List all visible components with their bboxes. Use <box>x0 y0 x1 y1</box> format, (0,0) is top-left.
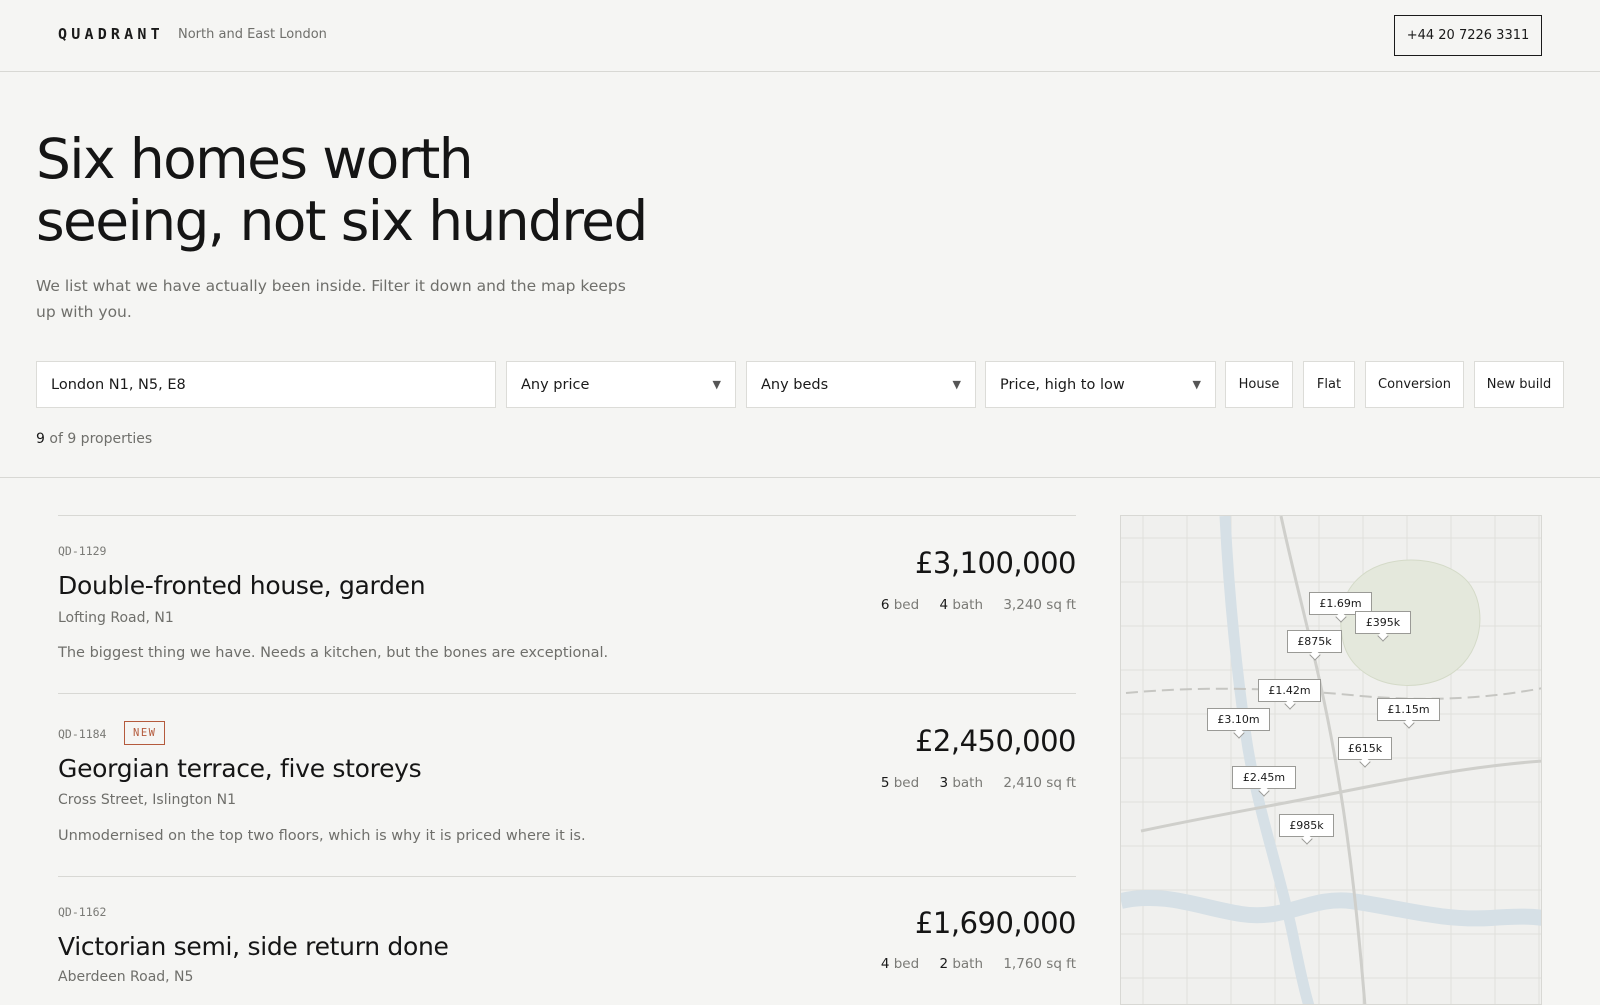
listing-title[interactable]: Georgian terrace, five storeys <box>58 754 422 783</box>
listing-title[interactable]: Double-fronted house, garden <box>58 571 426 600</box>
map-pin[interactable]: £875k <box>1287 630 1342 653</box>
results-count: 9 of 9 properties <box>36 431 152 447</box>
listing-specs: 5 bed 3 bath 2,410 sq ft <box>881 775 1076 791</box>
location-input[interactable] <box>51 376 481 393</box>
chevron-down-icon: ▼ <box>712 378 721 391</box>
baths-label: bath <box>952 597 984 613</box>
page-subtitle: We list what we have actually been insid… <box>36 277 626 321</box>
chip-house[interactable]: House <box>1225 361 1293 408</box>
map-pin[interactable]: £985k <box>1279 814 1334 837</box>
beds-label: bed <box>893 597 920 613</box>
listing-card[interactable]: QD-1162 Victorian semi, side return done… <box>58 876 1077 1000</box>
top-bar: QUADRANT North and East London +44 20 72… <box>0 0 1600 72</box>
map-pin[interactable]: £1.42m <box>1258 679 1321 702</box>
baths-count: 3 <box>939 775 949 791</box>
section-divider <box>0 477 1600 478</box>
listing-price: £1,690,000 <box>914 906 1077 940</box>
location-field[interactable] <box>36 361 496 408</box>
listing-ref: QD-1162 <box>58 905 107 919</box>
sort-select-value: Price, high to low <box>1000 376 1125 393</box>
baths-count: 4 <box>939 597 949 613</box>
listing-price: £3,100,000 <box>914 546 1077 580</box>
results-total: of 9 properties <box>49 431 153 447</box>
page-title-line-1: Six homes worth <box>36 127 474 191</box>
beds-label: bed <box>893 956 920 972</box>
floor-area: 3,240 sq ft <box>1003 597 1076 613</box>
canal <box>1219 516 1315 1004</box>
region-label: North and East London <box>178 27 327 42</box>
chip-flat[interactable]: Flat <box>1303 361 1355 408</box>
page-title-line-2: seeing, not six hundred <box>36 189 648 253</box>
results-shown: 9 <box>36 431 45 447</box>
floor-area: 1,760 sq ft <box>1003 956 1076 972</box>
listing-address: Lofting Road, N1 <box>58 610 174 626</box>
rail-line <box>1125 687 1541 700</box>
beds-count: 6 <box>880 597 890 613</box>
map-pin[interactable]: £1.15m <box>1377 698 1440 721</box>
chevron-down-icon: ▼ <box>1192 378 1201 391</box>
price-select-value: Any price <box>521 376 590 393</box>
listing-price: £2,450,000 <box>914 724 1077 758</box>
listing-description: The biggest thing we have. Needs a kitch… <box>58 645 609 661</box>
beds-select-value: Any beds <box>761 376 829 393</box>
map-base <box>1121 516 1541 1004</box>
listing-address: Cross Street, Islington N1 <box>58 792 236 808</box>
property-map[interactable]: £1.69m £395k £875k £1.42m £1.15m £3.10m … <box>1120 515 1542 1005</box>
beds-select[interactable]: Any beds ▼ <box>746 361 976 408</box>
brand-logo[interactable]: QUADRANT <box>58 25 164 43</box>
baths-count: 2 <box>939 956 949 972</box>
chevron-down-icon: ▼ <box>952 378 961 391</box>
listing-specs: 4 bed 2 bath 1,760 sq ft <box>881 956 1076 972</box>
beds-label: bed <box>893 775 920 791</box>
phone-button[interactable]: +44 20 7226 3311 <box>1394 15 1542 56</box>
listing-ref: QD-1184 <box>58 727 107 741</box>
listing-card[interactable]: QD-1184 NEW Georgian terrace, five store… <box>58 693 1077 876</box>
map-pin[interactable]: £2.45m <box>1232 766 1296 789</box>
chip-conversion[interactable]: Conversion <box>1365 361 1464 408</box>
chip-new-build[interactable]: New build <box>1474 361 1564 408</box>
map-pin[interactable]: £395k <box>1355 611 1411 634</box>
listing-address: Aberdeen Road, N5 <box>58 969 194 985</box>
page-title: Six homes worth seeing, not six hundred <box>36 128 736 252</box>
baths-label: bath <box>952 956 984 972</box>
listing-specs: 6 bed 4 bath 3,240 sq ft <box>881 597 1076 613</box>
new-badge: NEW <box>124 721 166 745</box>
river <box>1121 889 1541 927</box>
listing-card[interactable]: QD-1129 Double-fronted house, garden Lof… <box>58 515 1077 693</box>
baths-label: bath <box>952 775 984 791</box>
beds-count: 5 <box>880 775 890 791</box>
floor-area: 2,410 sq ft <box>1003 775 1076 791</box>
listing-ref: QD-1129 <box>58 544 107 558</box>
price-select[interactable]: Any price ▼ <box>506 361 736 408</box>
sort-select[interactable]: Price, high to low ▼ <box>985 361 1216 408</box>
map-pin[interactable]: £615k <box>1338 737 1392 760</box>
listing-description: Unmodernised on the top two floors, whic… <box>58 828 586 844</box>
beds-count: 4 <box>880 956 890 972</box>
map-pin[interactable]: £3.10m <box>1207 708 1270 731</box>
listing-title[interactable]: Victorian semi, side return done <box>58 932 449 961</box>
